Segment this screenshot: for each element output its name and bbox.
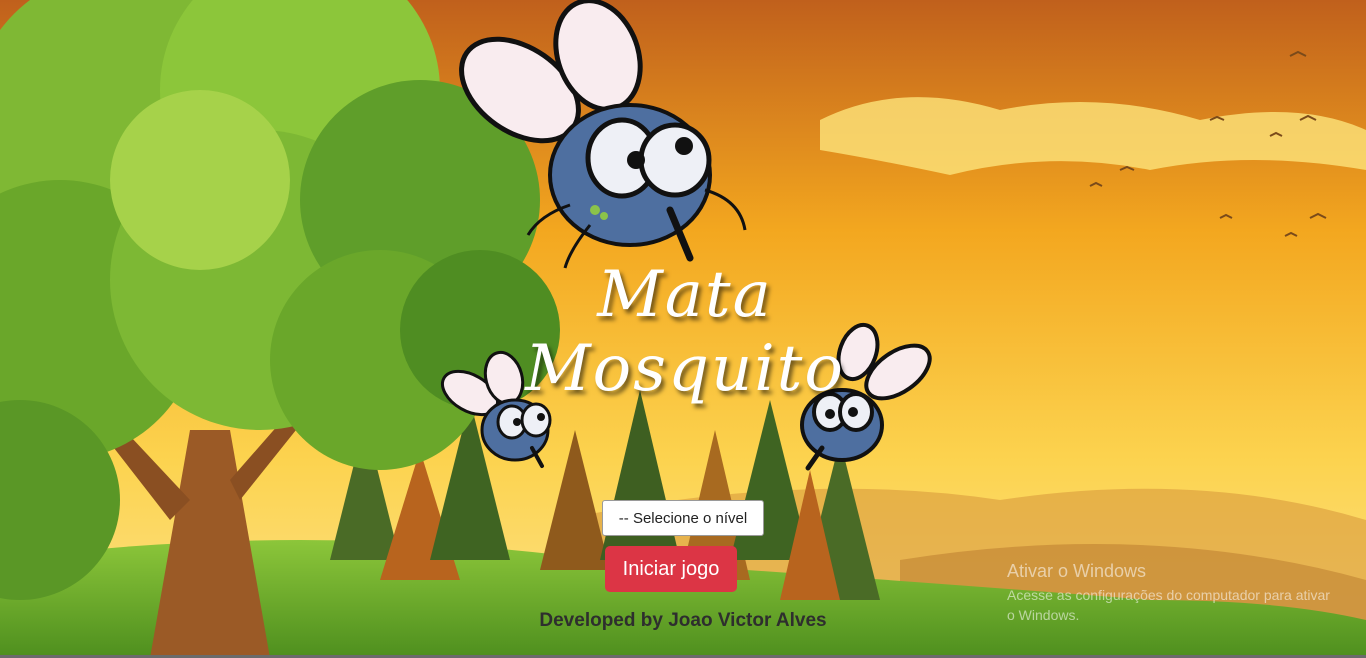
start-game-button[interactable]: Iniciar jogo	[605, 546, 737, 592]
level-select-label: -- Selecione o nível	[618, 509, 748, 527]
title-line-2: Mosquito	[525, 332, 845, 406]
developer-credit: Developed by Joao Victor Alves	[539, 610, 827, 631]
level-select[interactable]: -- Selecione o nível	[602, 500, 764, 536]
title-line-1: Mata	[597, 258, 773, 332]
start-game-label: Iniciar jogo	[622, 557, 720, 580]
windows-activation-subtitle: Acesse as configurações do computador pa…	[1007, 587, 1330, 623]
windows-activation-title: Ativar o Windows	[1007, 561, 1147, 581]
game-title: Mata Mosquito	[480, 258, 890, 406]
